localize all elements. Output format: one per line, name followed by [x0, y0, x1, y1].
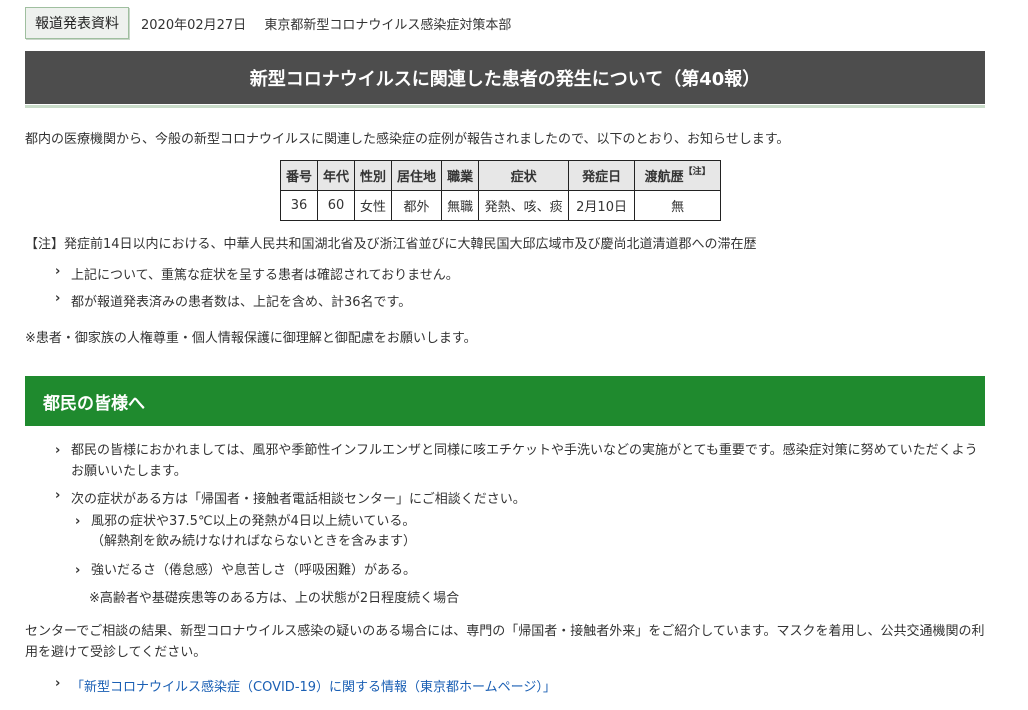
symptom-fatigue: 強いだるさ（倦怠感）や息苦しさ（呼吸困難）がある。	[91, 563, 417, 578]
table-header: 番号	[279, 160, 319, 191]
table-footnote: 【注】発症前14日以内における、中華人民共和国湖北省及び浙江省並びに大韓民国大邱…	[25, 237, 757, 252]
list-item-text: 次の症状がある方は「帰国者・接触者電話相談センター」にご相談ください。	[71, 492, 526, 507]
sub-list-item: › 強いだるさ（倦怠感）や息苦しさ（呼吸困難）がある。	[75, 561, 416, 581]
table-cell: 女性	[354, 190, 393, 221]
chevron-right-icon: ›	[75, 563, 81, 578]
chevron-right-icon: ›	[55, 443, 61, 458]
table-header: 職業	[441, 160, 480, 191]
chevron-right-icon: ›	[55, 488, 61, 503]
covid-info-link[interactable]: 「新型コロナウイルス感染症（COVID-19）に関する情報（東京都ホームページ）…	[71, 676, 556, 695]
section-heading: 都民の皆様へ	[25, 376, 985, 426]
table-cell: 無	[634, 190, 722, 221]
header-meta-text: 2020年02月27日 東京都新型コロナウイルス感染症対策本部	[141, 14, 511, 33]
list-item-text: 都が報道発表済みの患者数は、上記を含め、計36名です。	[71, 295, 412, 310]
table-header: 年代	[317, 160, 356, 191]
table-header-row: 番号 年代 性別 居住地 職業 症状 発症日 渡航歴【注】	[279, 160, 722, 191]
page-title: 新型コロナウイルスに関連した患者の発生について（第40報）	[25, 51, 985, 104]
list-item: › 上記について、重篤な症状を呈する患者は確認されておりません。	[55, 264, 459, 283]
table-cell: 発熱、咳、痰	[478, 190, 570, 221]
symptom-fever-note: （解熱剤を飲み続けなければならないときを含みます）	[91, 534, 417, 549]
intro-text: 都内の医療機関から、今般の新型コロナウイルスに関連した感染症の症例が報告されまし…	[25, 132, 790, 147]
table-header: 症状	[478, 160, 570, 191]
link-item: › 「新型コロナウイルス感染症（COVID-19）に関する情報（東京都ホームペー…	[55, 676, 556, 695]
table-cell: 無職	[441, 190, 480, 221]
table-header: 性別	[354, 160, 393, 191]
chevron-right-icon: ›	[55, 676, 61, 691]
table-header-note: 【注】	[683, 167, 711, 177]
department-name: 東京都新型コロナウイルス感染症対策本部	[264, 17, 512, 33]
table-cell: 都外	[391, 190, 443, 221]
sub-list-item-text: 風邪の症状や37.5℃以上の発熱が4日以上続いている。 （解熱剤を飲み続けなけれ…	[91, 512, 416, 552]
press-release-badge: 報道発表資料	[25, 7, 129, 39]
elderly-note: ※高齢者や基礎疾患等のある方は、上の状態が2日程度続く場合	[89, 591, 460, 606]
table-cell: 36	[279, 190, 319, 221]
table-header: 発症日	[568, 160, 636, 191]
list-item: › 次の症状がある方は「帰国者・接触者電話相談センター」にご相談ください。	[55, 488, 526, 507]
chevron-right-icon: ›	[75, 514, 81, 529]
case-table: 番号 年代 性別 居住地 職業 症状 発症日 渡航歴【注】 36 60 女性 都…	[279, 160, 722, 221]
table-cell: 60	[317, 190, 356, 221]
sub-list-item: › 風邪の症状や37.5℃以上の発熱が4日以上続いている。 （解熱剤を飲み続けな…	[75, 512, 416, 552]
list-item: › 都民の皆様におかれましては、風邪や季節性インフルエンザと同様に咳エチケットや…	[55, 440, 985, 482]
symptom-fever: 風邪の症状や37.5℃以上の発熱が4日以上続いている。	[91, 514, 416, 529]
table-header-label: 渡航歴	[644, 170, 684, 185]
header-meta: 報道発表資料 2020年02月27日 東京都新型コロナウイルス感染症対策本部	[25, 7, 511, 39]
list-item-text: 都民の皆様におかれましては、風邪や季節性インフルエンザと同様に咳エチケットや手洗…	[71, 443, 978, 479]
table-row: 36 60 女性 都外 無職 発熱、咳、痰 2月10日 無	[279, 190, 722, 221]
list-item-text: 上記について、重篤な症状を呈する患者は確認されておりません。	[71, 268, 459, 283]
center-consultation-text: センターでご相談の結果、新型コロナウイルス感染の疑いのある場合には、専門の「帰国…	[25, 624, 985, 660]
table-header: 居住地	[391, 160, 443, 191]
table-cell: 2月10日	[568, 190, 636, 221]
chevron-right-icon: ›	[55, 291, 61, 306]
table-header-travel: 渡航歴【注】	[634, 160, 722, 191]
chevron-right-icon: ›	[55, 264, 61, 279]
title-divider	[25, 105, 985, 108]
release-date: 2020年02月27日	[141, 17, 247, 33]
privacy-note: ※患者・御家族の人権尊重・個人情報保護に御理解と御配慮をお願いします。	[25, 331, 477, 346]
list-item: › 都が報道発表済みの患者数は、上記を含め、計36名です。	[55, 291, 411, 310]
